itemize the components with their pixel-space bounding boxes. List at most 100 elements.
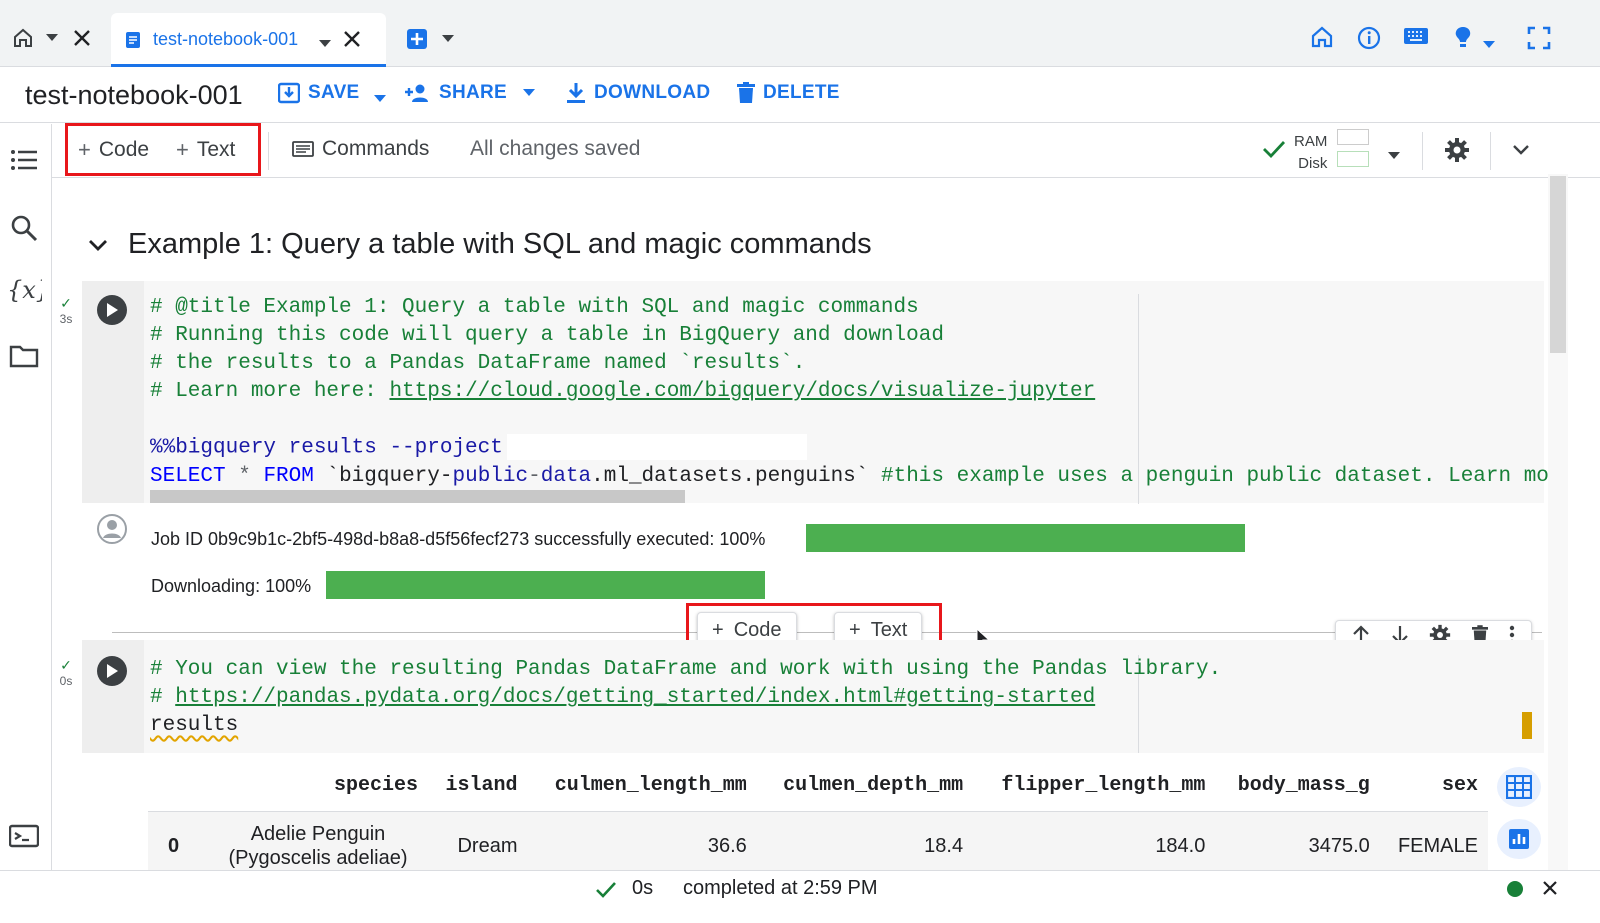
commands-button[interactable]: Commands — [292, 137, 429, 161]
column-header: species — [208, 770, 428, 812]
status-close-icon[interactable] — [1542, 880, 1558, 901]
section-collapse-icon[interactable] — [88, 238, 108, 252]
disk-label: Disk — [1298, 155, 1328, 172]
scroll-marker — [1522, 712, 1532, 739]
search-icon[interactable] — [0, 214, 48, 242]
share-menu-icon — [523, 89, 536, 96]
terminal-icon[interactable] — [0, 824, 48, 848]
play-icon — [107, 303, 118, 317]
horizontal-scrollbar[interactable] — [150, 490, 685, 503]
workspace-home-icon[interactable] — [1310, 26, 1334, 53]
notebook-title[interactable]: test-notebook-001 — [25, 80, 243, 111]
job-status-text: Job ID 0b9c9b1c-2bf5-498d-b8a8-d5f56fecf… — [151, 529, 766, 549]
tab-notebook[interactable]: test-notebook-001 — [111, 13, 386, 67]
svg-text:{x}: {x} — [7, 276, 42, 304]
download-progress-bar — [326, 571, 765, 599]
resources-indicator[interactable]: RAM Disk — [1294, 131, 1327, 175]
ram-meter — [1337, 129, 1369, 145]
settings-icon[interactable] — [1444, 137, 1470, 168]
code-link[interactable]: https://cloud.google.com/bigquery/docs/v… — [389, 380, 1095, 403]
divider — [1422, 132, 1423, 170]
ram-label: RAM — [1294, 133, 1328, 150]
save-button[interactable]: SAVE — [278, 82, 360, 104]
action-bar: + Code + Text Commands All changes saved… — [52, 123, 1600, 178]
job-progress-bar — [806, 524, 1245, 552]
lightbulb-menu-icon[interactable] — [1483, 36, 1495, 54]
code-line: # the results to a Pandas DataFrame name… — [150, 352, 806, 375]
code-comment: #this example uses a penguin public data… — [881, 464, 1562, 488]
code-editor[interactable]: # You can view the resulting Pandas Data… — [150, 656, 1221, 740]
code-operator: * — [225, 464, 264, 488]
column-header: island — [428, 770, 528, 812]
run-cell-button[interactable] — [97, 295, 127, 325]
add-code-button[interactable]: + Code — [78, 137, 149, 163]
tab-close-icon[interactable] — [343, 30, 361, 53]
share-label: SHARE — [439, 82, 508, 103]
collapse-chevron-icon[interactable] — [1512, 143, 1530, 161]
status-check-icon — [595, 881, 617, 904]
add-text-button[interactable]: + Text — [176, 137, 235, 163]
keyboard-icon[interactable] — [1403, 26, 1429, 51]
check-icon: ✓ — [60, 657, 72, 673]
add-code-label: Code — [98, 138, 150, 161]
scrollbar-thumb[interactable] — [1550, 176, 1566, 353]
delete-label: DELETE — [763, 82, 840, 103]
add-person-icon — [405, 84, 428, 102]
table-icon — [1506, 775, 1532, 799]
code-text: .ml_datasets.penguins` — [591, 464, 881, 488]
download-button[interactable]: DOWNLOAD — [566, 82, 710, 104]
new-tab-menu-icon[interactable] — [442, 35, 454, 43]
home-icon[interactable] — [12, 28, 34, 48]
column-header — [148, 770, 208, 812]
species-line: (Pygoscelis adeliae) — [228, 847, 408, 869]
tab-bar: test-notebook-001 — [0, 0, 1600, 67]
table-view-button[interactable] — [1497, 767, 1541, 807]
plus-icon: + — [849, 618, 861, 641]
cell-exec-time: 0s — [59, 674, 73, 688]
insert-code-label: Code — [733, 618, 782, 641]
column-header: culmen_depth_mm — [756, 770, 974, 812]
code-line: # You can view the resulting Pandas Data… — [150, 658, 1222, 681]
runtime-menu-icon[interactable] — [1388, 147, 1400, 165]
share-button[interactable]: SHARE — [405, 82, 536, 104]
code-text: - — [528, 464, 541, 488]
download-icon — [567, 83, 585, 103]
column-header: flipper_length_mm — [973, 770, 1216, 812]
trash-icon — [737, 82, 755, 103]
column-header: body_mass_g — [1215, 770, 1380, 812]
code-text: `bigquery- — [313, 464, 453, 488]
variables-icon[interactable]: {x} — [0, 274, 48, 306]
tab-chevron-down-icon[interactable] — [319, 35, 331, 53]
table-header-row: species island culmen_length_mm culmen_d… — [148, 770, 1488, 812]
code-line: # Learn more here: — [150, 380, 390, 403]
section-heading: Example 1: Query a table with SQL and ma… — [88, 228, 872, 261]
chart-suggest-button[interactable] — [1497, 819, 1541, 859]
table-of-contents-icon[interactable] — [0, 148, 48, 172]
code-text: public — [452, 464, 529, 488]
new-tab-icon[interactable] — [406, 28, 428, 50]
run-cell-button[interactable] — [97, 656, 127, 686]
species-line: Adelie Penguin — [250, 823, 386, 845]
cell-exec-status: ✓ 3s — [53, 295, 79, 326]
lightbulb-icon[interactable] — [1453, 26, 1473, 55]
folder-icon[interactable] — [0, 344, 48, 368]
redacted-project-field — [506, 434, 807, 460]
left-rail: {x} — [0, 124, 52, 888]
document-icon — [125, 31, 141, 49]
chevron-down-icon[interactable] — [46, 34, 58, 42]
connection-status-dot — [1507, 881, 1523, 897]
output-avatar-icon — [96, 513, 128, 550]
save-menu-icon[interactable] — [374, 90, 386, 108]
code-link[interactable]: https://pandas.pydata.org/docs/getting_s… — [175, 686, 1095, 709]
insert-text-label: Text — [870, 618, 908, 641]
info-icon[interactable] — [1357, 26, 1381, 55]
code-editor[interactable]: # @title Example 1: Query a table with S… — [150, 294, 1562, 491]
fullscreen-icon[interactable] — [1527, 26, 1551, 55]
commands-label: Commands — [322, 137, 430, 160]
code-keyword: SELECT — [150, 464, 226, 488]
close-icon[interactable] — [73, 29, 91, 47]
tab-title: test-notebook-001 — [153, 29, 299, 49]
divider — [1490, 132, 1491, 170]
delete-button[interactable]: DELETE — [737, 82, 840, 104]
code-line: # Running this code will query a table i… — [150, 324, 944, 347]
